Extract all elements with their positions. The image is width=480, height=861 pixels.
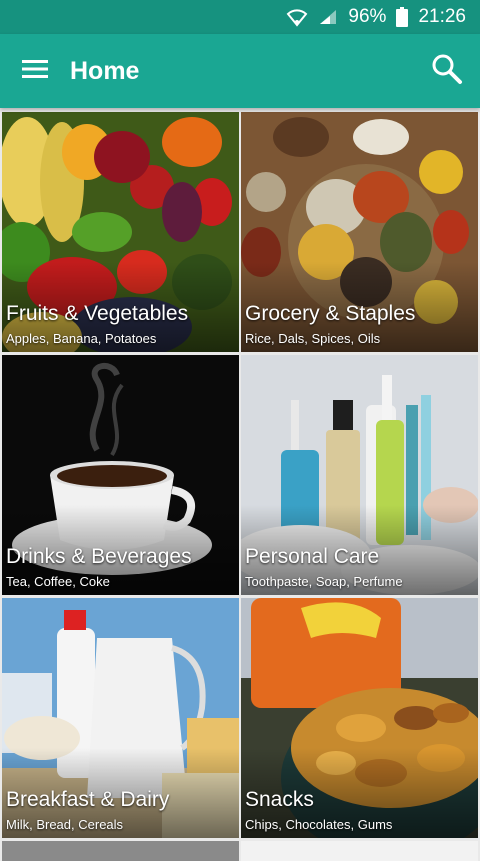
category-name: Drinks & Beverages	[6, 545, 192, 568]
battery-icon	[396, 7, 409, 27]
category-tile-snacks[interactable]: Snacks Chips, Chocolates, Gums	[241, 598, 478, 838]
page-title: Home	[70, 56, 140, 85]
category-tile-partial[interactable]	[241, 841, 478, 861]
category-subtitle: Milk, Bread, Cereals	[6, 817, 124, 832]
category-name: Breakfast & Dairy	[6, 788, 170, 811]
category-name: Grocery & Staples	[245, 302, 416, 325]
category-tile-grocery-staples[interactable]: Grocery & Staples Rice, Dals, Spices, Oi…	[241, 112, 478, 352]
battery-percent: 96%	[348, 6, 387, 27]
category-name: Personal Care	[245, 545, 380, 568]
status-bar: 96% 21:26	[0, 0, 480, 34]
search-button[interactable]	[414, 34, 480, 108]
category-subtitle: Tea, Coffee, Coke	[6, 574, 110, 589]
category-subtitle: Chips, Chocolates, Gums	[245, 817, 393, 832]
clock: 21:26	[418, 6, 466, 27]
category-tile-fruits-vegetables[interactable]: Fruits & Vegetables Apples, Banana, Pota…	[2, 112, 239, 352]
app-bar: Home	[0, 34, 480, 108]
category-tile-partial[interactable]	[2, 841, 239, 861]
category-tile-drinks-beverages[interactable]: Drinks & Beverages Tea, Coffee, Coke	[2, 355, 239, 595]
wifi-icon	[286, 7, 308, 27]
category-tile-breakfast-dairy[interactable]: Breakfast & Dairy Milk, Bread, Cereals	[2, 598, 239, 838]
category-name: Fruits & Vegetables	[6, 302, 189, 325]
signal-icon	[318, 8, 338, 26]
category-subtitle: Toothpaste, Soap, Perfume	[245, 574, 403, 589]
category-grid: Fruits & Vegetables Apples, Banana, Pota…	[0, 112, 480, 861]
category-tile-personal-care[interactable]: Personal Care Toothpaste, Soap, Perfume	[241, 355, 478, 595]
category-subtitle: Rice, Dals, Spices, Oils	[245, 331, 381, 346]
search-icon	[431, 53, 463, 90]
menu-icon	[22, 59, 48, 84]
menu-button[interactable]	[0, 34, 70, 108]
category-name: Snacks	[245, 788, 314, 811]
category-subtitle: Apples, Banana, Potatoes	[6, 331, 157, 346]
